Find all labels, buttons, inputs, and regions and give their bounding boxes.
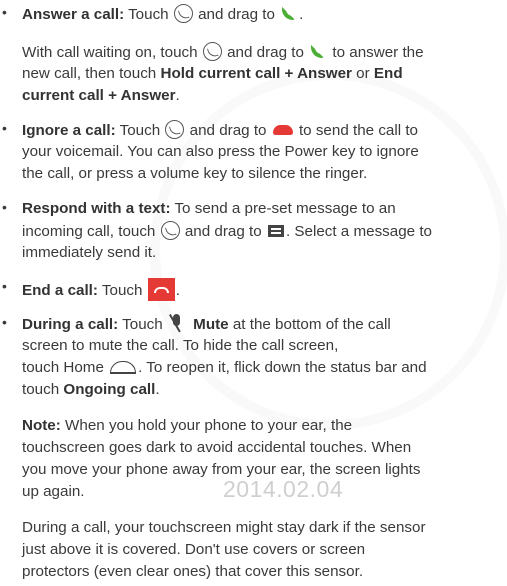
red-hangup-icon — [272, 125, 293, 135]
phone-call-circle-icon — [160, 221, 180, 240]
home-icon — [110, 361, 137, 374]
green-phone-icon — [310, 44, 326, 60]
bullet: • — [2, 4, 7, 20]
item-label: Respond with a text: — [22, 200, 171, 217]
watermark-date: 2014.02.04 — [223, 476, 344, 502]
bullet: • — [2, 314, 7, 330]
bullet: • — [2, 120, 7, 136]
bullet: • — [2, 278, 7, 294]
item-label: End a call: — [22, 282, 98, 299]
phone-call-circle-icon — [202, 42, 222, 61]
mute-mic-icon — [169, 314, 185, 333]
phone-call-circle-icon — [173, 4, 193, 23]
item-label: Ignore a call: — [22, 122, 116, 139]
note-label: Note: — [22, 417, 61, 434]
bullet: • — [2, 199, 7, 215]
phone-call-circle-icon — [165, 120, 185, 139]
green-phone-icon — [281, 6, 297, 22]
end-call-button-icon — [147, 278, 175, 301]
message-icon — [267, 225, 284, 237]
item-label: Answer a call: — [22, 6, 125, 23]
item-label: During a call: — [22, 316, 119, 333]
